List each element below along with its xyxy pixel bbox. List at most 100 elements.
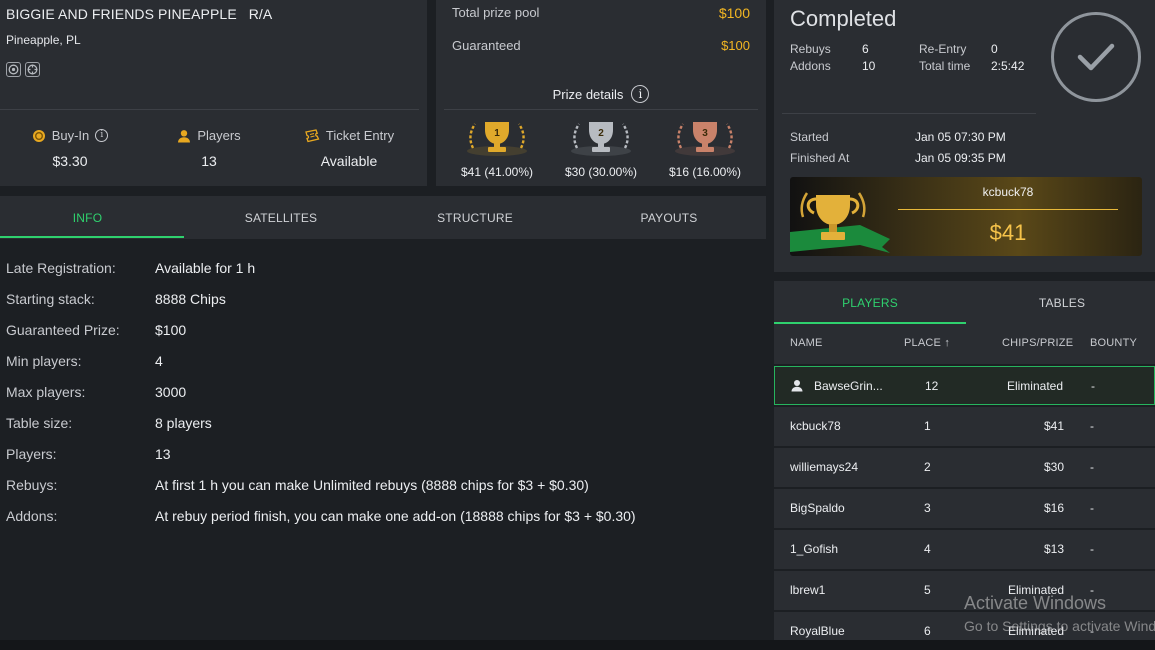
prize-pool-panel: Total prize pool $100 Guaranteed $100 Pr… [436,0,766,186]
info-value: 4 [155,353,163,369]
chip-icon [6,62,21,77]
trophy-icon: 3 [675,122,735,156]
player-prize: Eliminated [1006,379,1063,393]
place-rank: 3 [702,128,708,139]
player-name: kcbuck78 [790,419,841,433]
player-place: 2 [924,460,931,474]
reentry-value: 0 [991,42,998,56]
total-time-value: 2:5:42 [991,59,1025,73]
divider [0,109,419,110]
buyin-label: Buy-In [51,128,90,143]
reentry-label: Re-Entry [919,42,967,56]
total-prize-value: $100 [718,5,750,21]
winner-prize: $41 [989,220,1027,245]
info-key: Addons: [6,508,58,524]
coin-icon [32,129,45,142]
player-prize: $30 [1043,460,1064,474]
trophy-icon [790,192,890,253]
place-rank: 2 [598,128,604,139]
info-key: Max players: [6,384,86,400]
info-key: Rebuys: [6,477,58,493]
winner-name: kcbuck78 [982,185,1034,199]
player-place: 3 [924,501,931,515]
ticket-icon [305,128,320,142]
addons-label: Addons [790,59,831,73]
info-list: Late Registration: Available for 1 h Start… [0,239,766,639]
tab-payouts[interactable]: PAYOUTS [572,196,766,239]
game-type: Pineapple, PL [6,33,81,47]
info-key: Table size: [6,415,73,431]
col-bounty[interactable]: BOUNTY [1090,337,1137,349]
player-row-current-user[interactable]: BawseGrin... 12 Eliminated - [774,366,1155,405]
finished-label: Finished At [790,151,850,165]
player-prize: $41 [1043,419,1064,433]
prize-details-label: Prize details [552,86,624,102]
info-icon[interactable]: i [631,85,650,103]
player-bounty: - [1090,501,1094,515]
player-name: lbrew1 [790,583,826,597]
info-key: Starting stack: [6,291,95,307]
prize-place-2: 2 $30 (30.00%) [556,118,646,179]
total-prize-row: Total prize pool $100 [452,5,750,21]
player-name: BawseGrin... [814,379,883,393]
prize-place-3: 3 $16 (16.00%) [660,118,750,179]
col-chips-prize[interactable]: CHIPS/PRIZE [1002,337,1073,349]
player-place: 12 [925,379,939,393]
divider [782,113,1036,114]
player-row[interactable]: kcbuck78 1 $41 - [774,407,1155,446]
tab-players[interactable]: PLAYERS [774,281,966,324]
bottom-bar [0,640,1155,650]
prize-details-header[interactable]: Prize details i [436,85,766,103]
tab-tables[interactable]: TABLES [966,281,1155,324]
status-title: Completed [790,6,897,31]
player-row[interactable]: 1_Gofish 4 $13 - [774,530,1155,569]
col-name[interactable]: NAME [790,337,823,349]
tab-structure[interactable]: STRUCTURE [378,196,572,239]
player-prize: $13 [1043,542,1064,556]
players-stat: Players 13 [139,128,279,169]
tournament-feature-icons [6,62,40,77]
info-value: $100 [155,322,187,338]
col-place[interactable]: PLACE ↑ [904,337,950,349]
info-key: Late Registration: [6,260,116,276]
player-bounty: - [1090,460,1094,474]
info-value: Available for 1 h [155,260,256,276]
ticket-value: Available [320,153,378,169]
player-row[interactable]: williemays24 2 $30 - [774,448,1155,487]
player-name: BigSpaldo [790,501,845,515]
info-value: At first 1 h you can make Unlimited rebu… [155,477,589,493]
rebuys-label: Rebuys [790,42,831,56]
total-prize-label: Total prize pool [452,5,540,20]
player-name: RoyalBlue [790,624,845,638]
guaranteed-label: Guaranteed [452,38,521,53]
status-panel: Completed Rebuys 6 Addons 10 Re-Entry 0 … [774,0,1155,272]
player-place: 1 [924,419,931,433]
activate-windows-watermark: Activate Windows Go to Settings to activ… [964,593,1155,634]
player-bounty: - [1091,379,1095,393]
info-key: Guaranteed Prize: [6,322,120,338]
guaranteed-value: $100 [721,38,750,53]
trophy-icon: 2 [571,122,631,156]
player-bounty: - [1090,542,1094,556]
player-bounty: - [1090,419,1094,433]
player-row[interactable]: BigSpaldo 3 $16 - [774,489,1155,528]
players-tabs: PLAYERS TABLES [774,281,1155,324]
tournament-tabs: INFO SATELLITES STRUCTURE PAYOUTS [0,196,766,239]
ticket-stat: Ticket Entry Available [279,128,419,169]
divider [444,109,758,110]
ticket-label: Ticket Entry [325,128,395,143]
winner-banner: kcbuck78 $41 [790,177,1142,256]
player-name: williemays24 [790,460,859,474]
place-prize-value: $30 (30.00%) [564,165,638,179]
watermark-title: Activate Windows [964,593,1107,613]
completed-check-icon [1051,12,1141,102]
prize-place-1: 1 $41 (41.00%) [452,118,542,179]
player-name: 1_Gofish [790,542,839,556]
watermark-subtitle: Go to Settings to activate Windows. [964,618,1155,634]
player-place: 6 [924,624,931,638]
active-tab-indicator [0,236,184,238]
info-icon[interactable]: i [95,129,109,142]
tab-satellites[interactable]: SATELLITES [184,196,378,239]
tab-info[interactable]: INFO [0,196,175,239]
info-key: Min players: [6,353,82,369]
